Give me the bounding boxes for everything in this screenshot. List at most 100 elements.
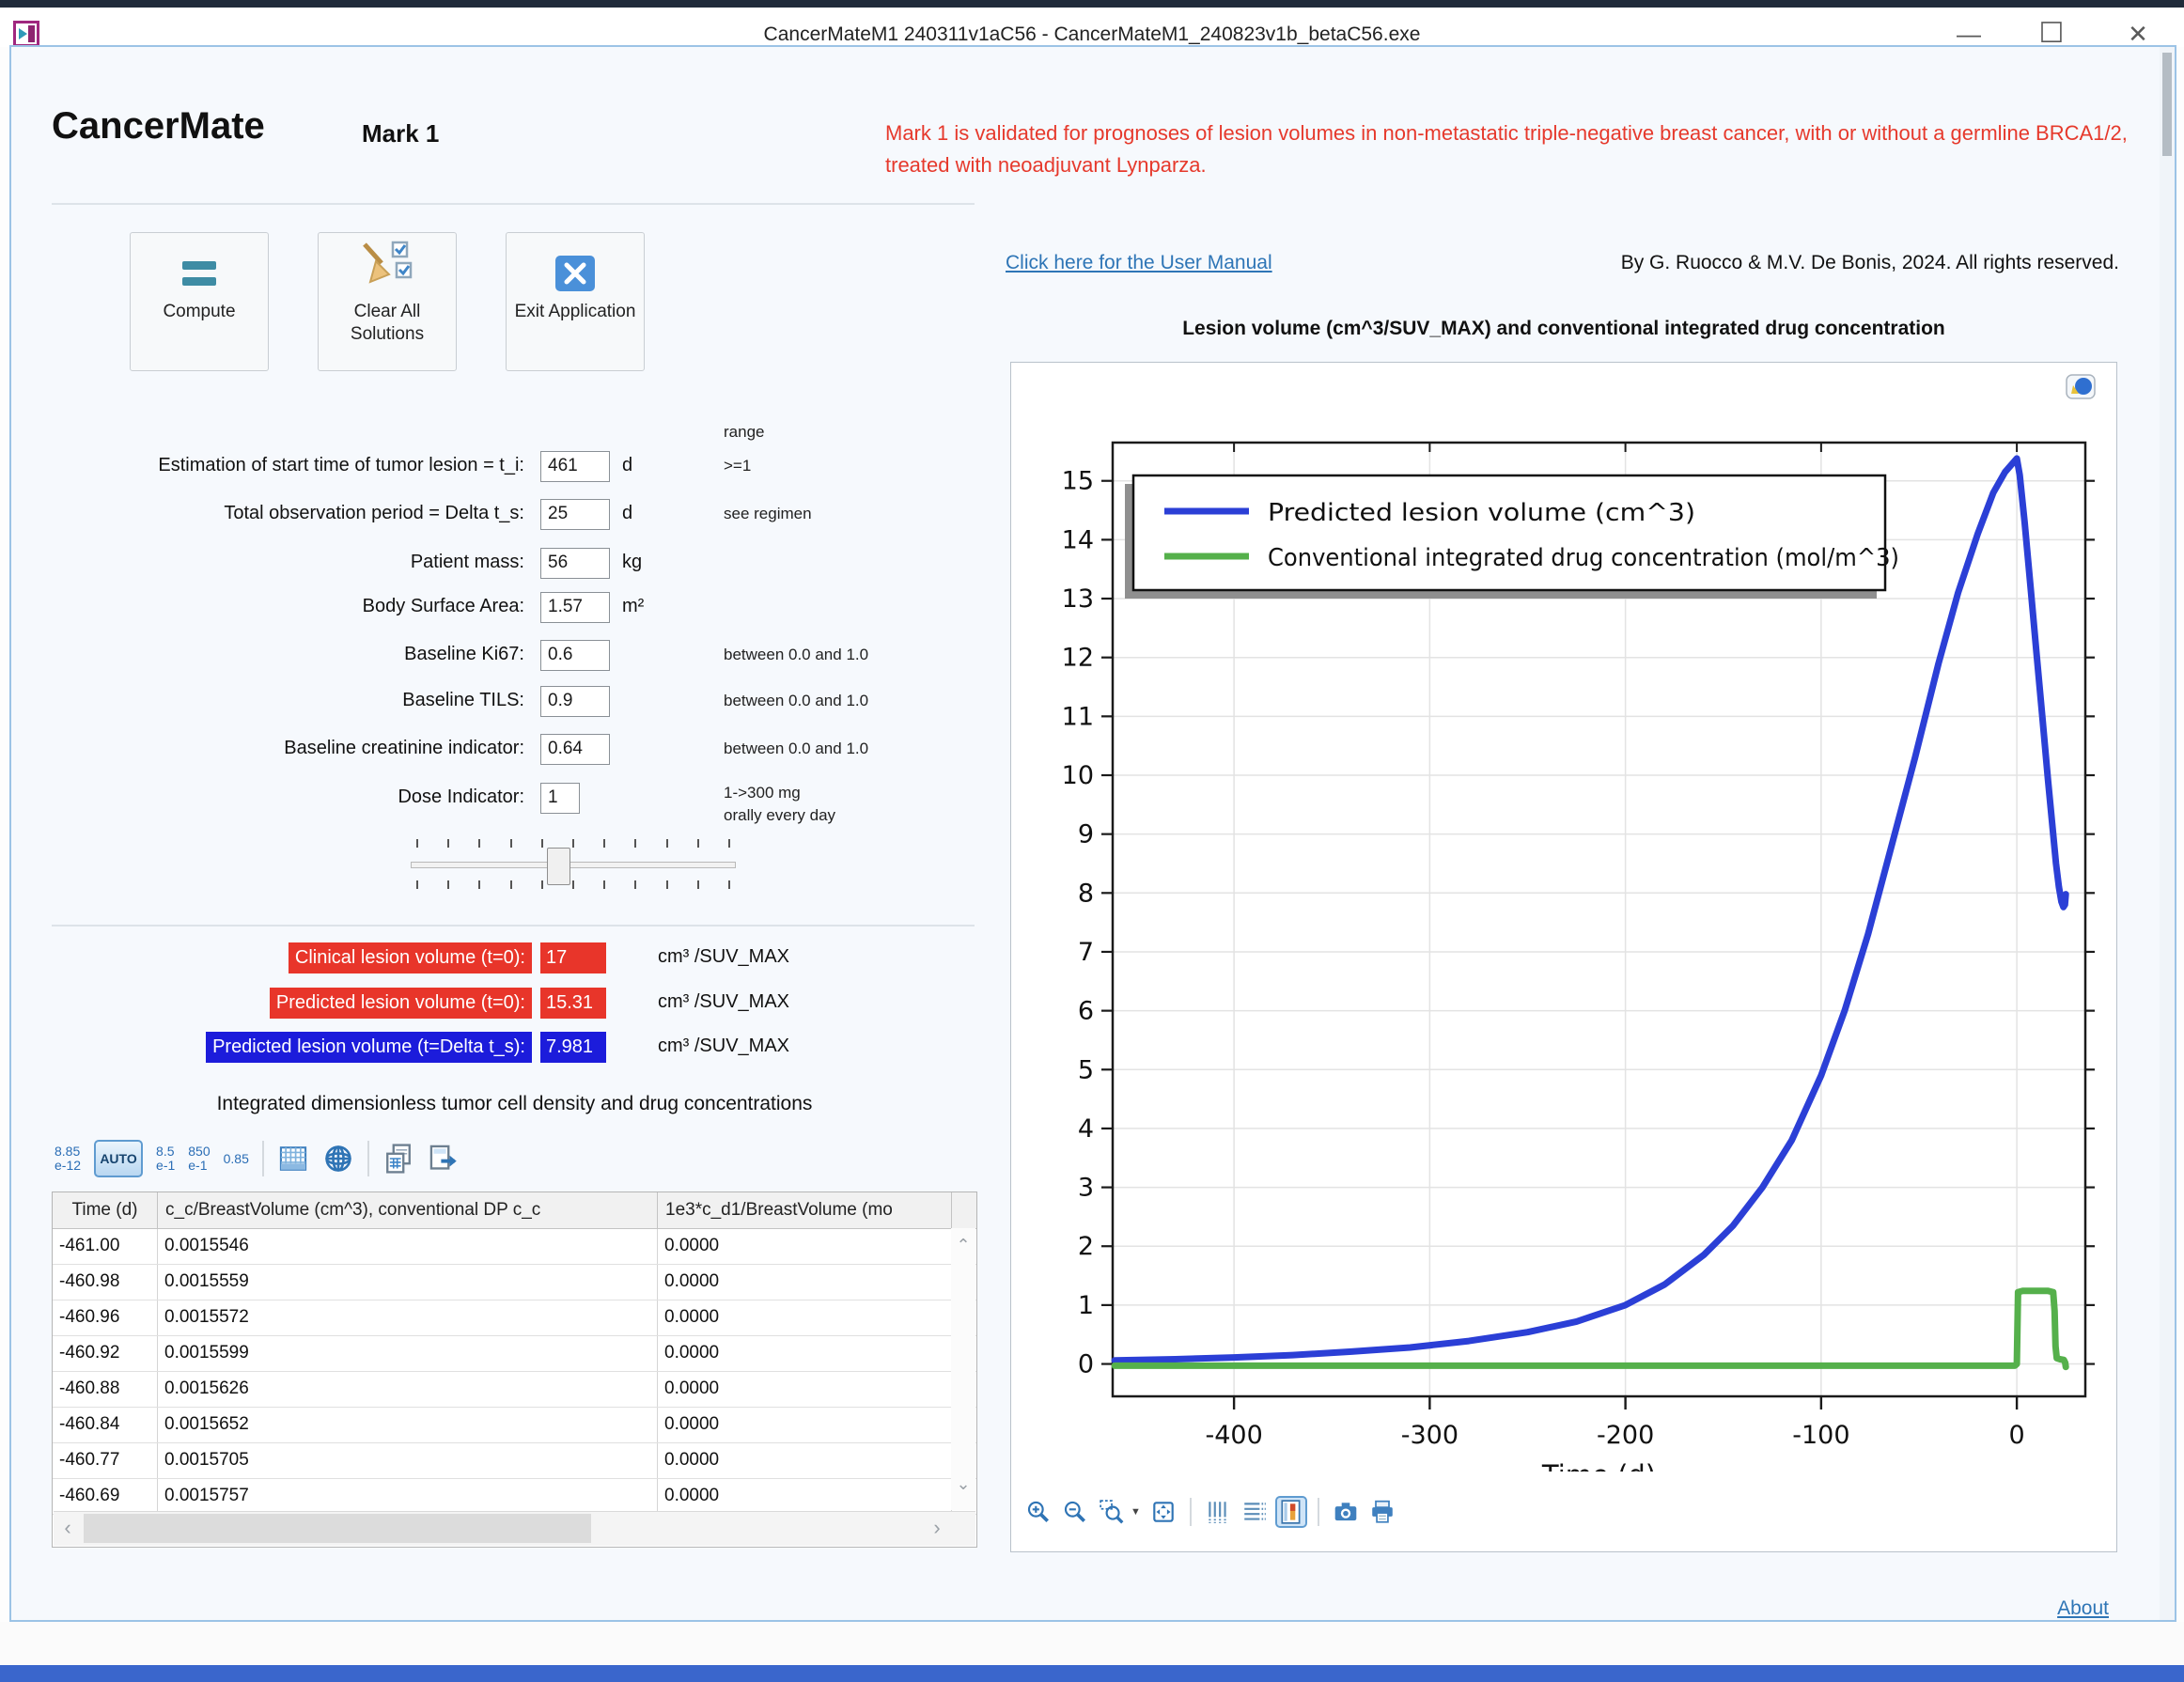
- table-row[interactable]: -460.980.00155590.0000: [53, 1265, 976, 1300]
- table-cell: -460.69: [53, 1479, 158, 1514]
- user-manual-link[interactable]: Click here for the User Manual: [1006, 252, 1272, 274]
- sphere-plot-icon[interactable]: [322, 1143, 354, 1175]
- scroll-left-icon[interactable]: ‹: [54, 1512, 82, 1545]
- axis-limits-icon[interactable]: [1277, 1498, 1305, 1526]
- table-cell: 0.0015626: [158, 1372, 658, 1407]
- table-cell: 0.0000: [658, 1408, 952, 1442]
- t-i-field[interactable]: 461: [540, 451, 610, 482]
- baseline-creatinine-label: Baseline creatinine indicator:: [55, 738, 524, 759]
- baseline-tils-range: between 0.0 and 1.0: [724, 692, 868, 710]
- t-i-label: Estimation of start time of tumor lesion…: [55, 455, 524, 476]
- slider-tick: [697, 880, 699, 889]
- y-tick-label: 7: [1078, 938, 1094, 967]
- precision-8p5e-1[interactable]: 8.5e-1: [156, 1145, 175, 1173]
- baseline-ki67-range: between 0.0 and 1.0: [724, 646, 868, 664]
- slider-tick: [666, 839, 668, 848]
- copyright-text: By G. Ruocco & M.V. De Bonis, 2024. All …: [1555, 252, 2119, 274]
- table-row[interactable]: -460.690.00157570.0000: [53, 1479, 976, 1515]
- x-tick-label: -400: [1205, 1421, 1262, 1450]
- t-i-unit: d: [622, 455, 632, 476]
- table-row[interactable]: -460.840.00156520.0000: [53, 1408, 976, 1443]
- zoom-in-icon[interactable]: [1024, 1498, 1053, 1526]
- patient-mass-field[interactable]: 56: [540, 548, 610, 579]
- zoom-box-icon[interactable]: [1098, 1498, 1126, 1526]
- hscroll-thumb[interactable]: [84, 1514, 591, 1543]
- slider-tick: [603, 880, 605, 889]
- x-grid-icon[interactable]: [1204, 1498, 1232, 1526]
- about-link[interactable]: About: [2057, 1597, 2109, 1620]
- page-title: CancerMate: [52, 105, 265, 148]
- window-scrollbar-track[interactable]: [2160, 47, 2175, 1620]
- y-tick-label: 6: [1078, 997, 1094, 1026]
- zoom-extents-icon[interactable]: [1149, 1498, 1178, 1526]
- table-row[interactable]: -460.960.00155720.0000: [53, 1300, 976, 1336]
- slider-track[interactable]: [411, 862, 736, 868]
- slider-tick: [416, 880, 418, 889]
- delta-t-s-field[interactable]: 25: [540, 499, 610, 530]
- column-header-2[interactable]: 1e3*c_d1/BreastVolume (mo: [658, 1192, 952, 1228]
- zoom-options-caret-icon[interactable]: ▼: [1131, 1506, 1141, 1518]
- x-tick-label: 0: [2009, 1421, 2025, 1450]
- y-tick-label: 1: [1078, 1291, 1094, 1320]
- exit-application-button[interactable]: Exit Application: [506, 232, 645, 371]
- slider-tick: [728, 839, 730, 848]
- toolbar-separator: [1318, 1498, 1319, 1526]
- baseline-ki67-field[interactable]: 0.6: [540, 640, 610, 671]
- baseline-creatinine-field[interactable]: 0.64: [540, 734, 610, 765]
- scroll-down-icon[interactable]: ⌄: [951, 1474, 975, 1494]
- action-buttons-row: Compute Clear All Solutions Exit Applicati…: [130, 232, 656, 373]
- baseline-tils-label: Baseline TILS:: [55, 690, 524, 711]
- column-header-0[interactable]: Time (d): [53, 1192, 158, 1228]
- table-cell: 0.0015757: [158, 1479, 658, 1514]
- scroll-right-icon[interactable]: ›: [923, 1512, 951, 1545]
- y-tick-label: 14: [1062, 525, 1094, 554]
- full-precision-table-icon[interactable]: [277, 1143, 309, 1175]
- page-subtitle-mark: Mark 1: [362, 119, 439, 148]
- y-tick-label: 13: [1062, 584, 1094, 614]
- slider-tick: [634, 880, 636, 889]
- predicted-lesion-volume-t0-label: Predicted lesion volume (t=0):: [270, 988, 532, 1019]
- slider-tick: [666, 880, 668, 889]
- legend-label-1: Conventional integrated drug concentrati…: [1268, 544, 1899, 572]
- predicted-lesion-volume-t0-unit: cm³ /SUV_MAX: [658, 991, 789, 1013]
- patient-mass-unit: kg: [622, 552, 642, 573]
- table-horizontal-scrollbar[interactable]: ‹›: [54, 1511, 975, 1546]
- export-table-icon[interactable]: [428, 1143, 460, 1175]
- precision-8p85e-12[interactable]: 8.85e-12: [55, 1145, 81, 1173]
- table-row[interactable]: -460.770.00157050.0000: [53, 1443, 976, 1479]
- table-cell: 0.0015546: [158, 1229, 658, 1264]
- table-cell: -460.98: [53, 1265, 158, 1300]
- scroll-up-icon[interactable]: ⌃: [951, 1236, 975, 1255]
- baseline-tils-field[interactable]: 0.9: [540, 686, 610, 717]
- copy-table-icon[interactable]: [382, 1143, 414, 1175]
- table-section-title: Integrated dimensionless tumor cell dens…: [52, 1093, 977, 1115]
- clear-all-solutions-button[interactable]: Clear All Solutions: [318, 232, 457, 371]
- body-surface-area-field[interactable]: 1.57: [540, 592, 610, 623]
- column-header-1[interactable]: c_c/BreastVolume (cm^3), conventional DP…: [158, 1192, 658, 1228]
- slider-tick: [478, 839, 480, 848]
- slider-thumb[interactable]: [547, 848, 570, 885]
- close-box-icon: [507, 233, 644, 293]
- precision-850e-1[interactable]: 850e-1: [188, 1145, 210, 1173]
- table-row[interactable]: -460.920.00155990.0000: [53, 1336, 976, 1372]
- precision-0p85[interactable]: 0.85: [224, 1140, 249, 1177]
- slider-tick: [541, 880, 543, 889]
- compute-button[interactable]: Compute: [130, 232, 269, 371]
- auto-button[interactable]: AUTO: [94, 1140, 143, 1177]
- y-grid-icon[interactable]: [1240, 1498, 1269, 1526]
- table-row[interactable]: -461.000.00155460.0000: [53, 1229, 976, 1265]
- dose-indicator-slider[interactable]: [411, 839, 736, 892]
- slider-tick: [572, 839, 574, 848]
- zoom-out-icon[interactable]: [1061, 1498, 1089, 1526]
- snapshot-icon[interactable]: [1332, 1498, 1360, 1526]
- table-cell: 0.0000: [658, 1443, 952, 1478]
- slider-tick: [447, 880, 449, 889]
- table-cell: -460.77: [53, 1443, 158, 1478]
- table-cell: 0.0015559: [158, 1265, 658, 1300]
- window-scrollbar-thumb[interactable]: [2162, 53, 2172, 156]
- y-tick-label: 10: [1062, 761, 1094, 790]
- print-icon[interactable]: [1368, 1498, 1396, 1526]
- table-row[interactable]: -460.880.00156260.0000: [53, 1372, 976, 1408]
- dose-indicator-field[interactable]: 1: [540, 783, 580, 814]
- table-vertical-scroll[interactable]: ⌃⌄: [951, 1228, 975, 1510]
